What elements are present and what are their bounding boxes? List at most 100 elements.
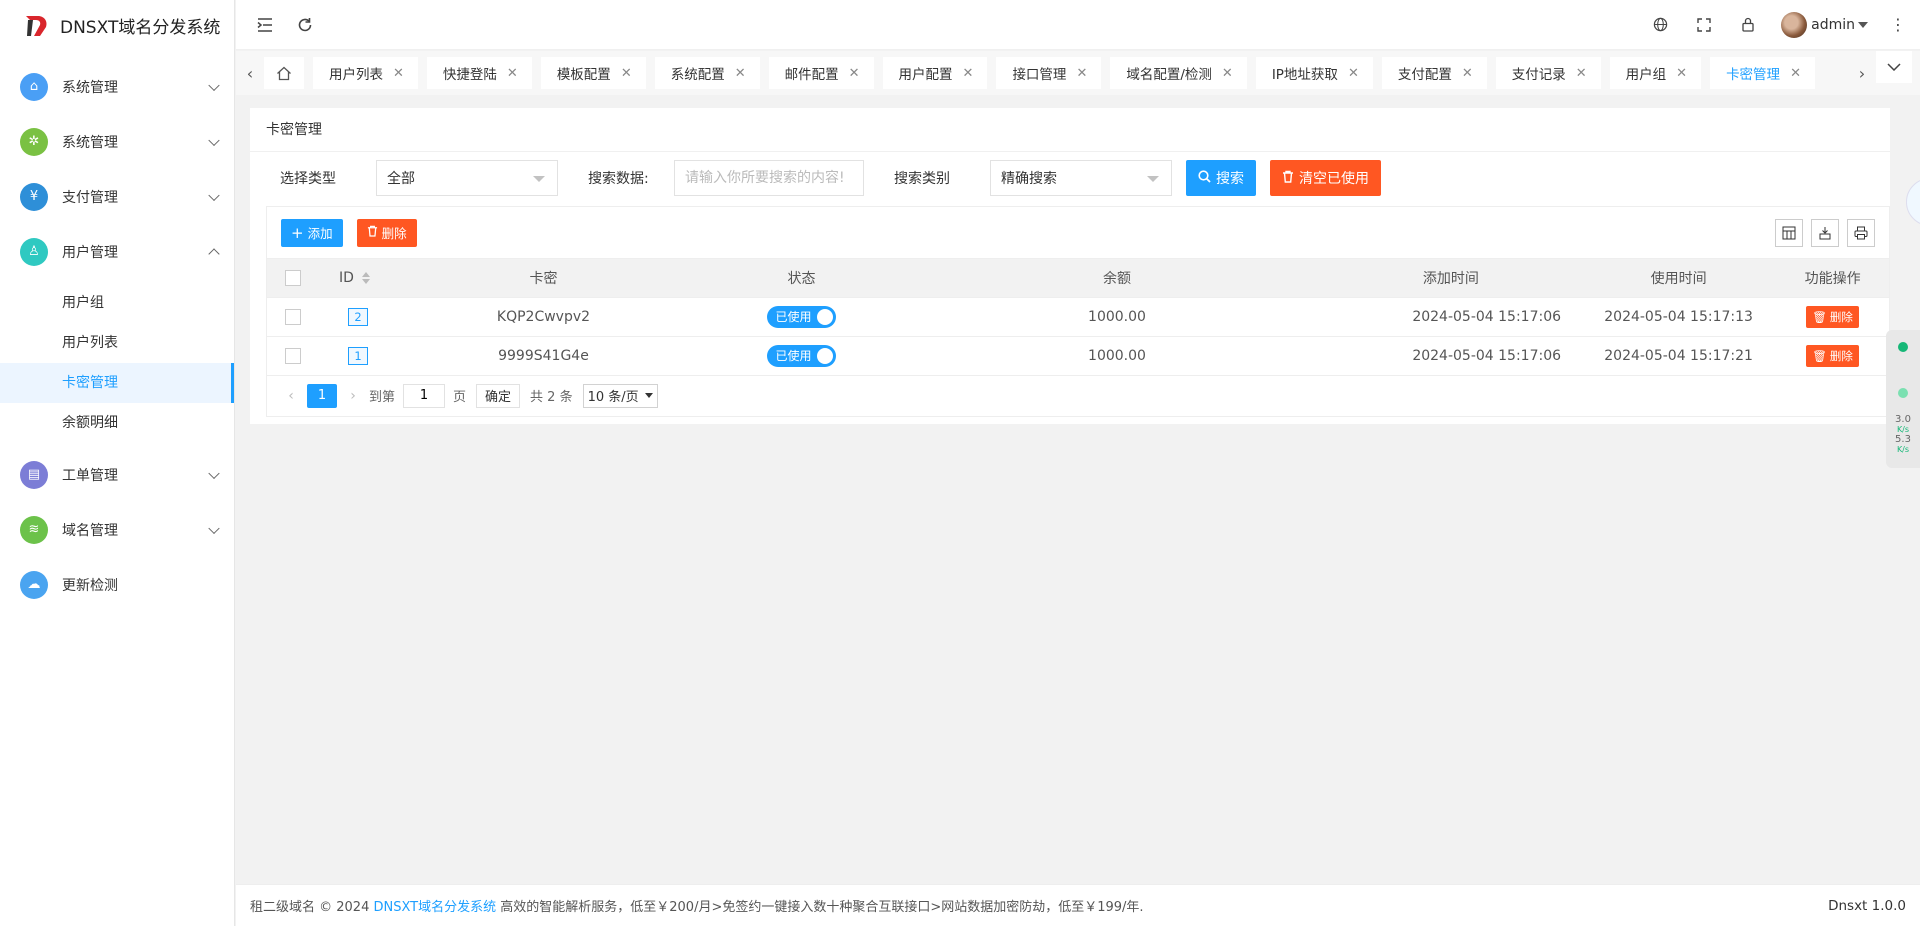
search-button[interactable]: 搜索 [1186, 160, 1256, 196]
menu-domains[interactable]: ≋ 域名管理 [0, 502, 234, 557]
avatar [1781, 11, 1808, 38]
sidebar-item-balance-detail[interactable]: 余额明细 [0, 403, 234, 443]
tab-label: 用户配置 [898, 67, 953, 83]
refresh-icon[interactable] [294, 14, 316, 36]
goto-label: 到第 [369, 390, 396, 405]
tab-user-group[interactable]: 用户组 ✕ [1609, 57, 1702, 89]
lock-icon[interactable] [1737, 14, 1759, 36]
table-row: 1 9999S41G4e 已使用 1000.00 2024-05-04 15:1… [267, 336, 1889, 376]
globe-icon[interactable] [1649, 14, 1671, 36]
sort-icon[interactable] [361, 271, 370, 284]
sidebar-item-user-group[interactable]: 用户组 [0, 283, 234, 323]
close-icon[interactable]: ✕ [1676, 66, 1687, 81]
tab-user-config[interactable]: 用户配置 ✕ [882, 57, 988, 89]
page-size-select[interactable]: 10 条/页 [582, 383, 658, 408]
select-all-checkbox[interactable] [285, 269, 302, 286]
network-speed-widget[interactable]: 3.0 K/s 5.3 K/s [1886, 330, 1920, 468]
close-icon[interactable]: ✕ [963, 66, 974, 81]
close-icon[interactable]: ✕ [1576, 66, 1587, 81]
tab-label: 域名配置/检测 [1126, 67, 1212, 83]
tab-system-config[interactable]: 系统配置 ✕ [654, 57, 760, 89]
columns-filter-icon[interactable] [1775, 219, 1803, 247]
menu-tickets[interactable]: ▤ 工单管理 [0, 447, 234, 502]
row-checkbox[interactable] [285, 308, 302, 325]
col-added-time: 添加时间 [1320, 259, 1582, 298]
caret-down-icon [1858, 21, 1868, 28]
status-toggle[interactable]: 已使用 [767, 305, 836, 328]
menu-update-check[interactable]: ☁ 更新检测 [0, 557, 234, 612]
clear-used-button[interactable]: 清空已使用 [1270, 160, 1381, 196]
batch-delete-button[interactable]: 删除 [356, 218, 417, 247]
more-vertical-icon[interactable]: ⋮ [1890, 15, 1906, 34]
card-manage-panel: 卡密管理 选择类型 全部 搜索数据: 搜索类别 精确搜索 搜索 清空已使用 [250, 108, 1890, 424]
add-button[interactable]: + 添加 [281, 218, 343, 247]
tab-label: 接口管理 [1012, 67, 1067, 83]
goto-confirm-button[interactable]: 确定 [476, 383, 521, 408]
close-icon[interactable]: ✕ [1790, 66, 1801, 81]
row-delete-button[interactable]: 🗑︎ 删除 [1806, 344, 1859, 367]
menu-users[interactable]: ♙ 用户管理 [0, 224, 234, 279]
close-icon[interactable]: ✕ [1222, 66, 1233, 81]
tab-template-config[interactable]: 模板配置 ✕ [540, 57, 646, 89]
status-toggle[interactable]: 已使用 [767, 344, 836, 367]
close-icon[interactable]: ✕ [1348, 66, 1359, 81]
row-checkbox[interactable] [285, 347, 302, 364]
app-logo[interactable]: DNSXT域名分发系统 [0, 0, 234, 50]
tab-card-manage[interactable]: 卡密管理 ✕ [1710, 57, 1815, 89]
search-input[interactable] [674, 160, 864, 196]
goto-page-input[interactable] [403, 383, 446, 408]
side-float-button[interactable] [1906, 178, 1920, 226]
plus-icon: + [291, 223, 304, 242]
close-icon[interactable]: ✕ [1462, 66, 1473, 81]
col-id[interactable]: ID [319, 259, 398, 298]
fullscreen-icon[interactable] [1693, 14, 1715, 36]
tab-domain-config[interactable]: 域名配置/检测 ✕ [1110, 57, 1247, 89]
close-icon[interactable]: ✕ [735, 66, 746, 81]
clear-used-label: 清空已使用 [1299, 171, 1369, 187]
search-category-value: 精确搜索 [1001, 171, 1057, 187]
type-select[interactable]: 全部 [376, 160, 558, 196]
chevron-down-icon [208, 134, 220, 146]
user-menu[interactable]: admin [1781, 11, 1868, 38]
print-icon[interactable] [1847, 219, 1875, 247]
menu-system-1[interactable]: ⌂ 系统管理 [0, 59, 234, 114]
close-icon[interactable]: ✕ [1076, 66, 1087, 81]
menu-label: 用户管理 [62, 244, 118, 261]
tab-quick-login[interactable]: 快捷登陆 ✕ [426, 57, 532, 89]
tab-ip-fetch[interactable]: IP地址获取 ✕ [1255, 57, 1373, 89]
sidebar-item-user-list[interactable]: 用户列表 [0, 323, 234, 363]
next-page-icon[interactable]: › [341, 388, 365, 404]
tab-payment-config[interactable]: 支付配置 ✕ [1381, 57, 1487, 89]
search-category-select[interactable]: 精确搜索 [990, 160, 1172, 196]
trash-icon [367, 225, 378, 240]
tab-label: 邮件配置 [784, 67, 839, 83]
tabs-scroll-left-icon[interactable]: ‹ [236, 51, 264, 95]
menu-system-2[interactable]: ✲ 系统管理 [0, 114, 234, 169]
export-icon[interactable] [1811, 219, 1839, 247]
page-current[interactable]: 1 [307, 383, 337, 408]
gear-icon: ✲ [20, 127, 48, 156]
id-cell: 2 [319, 297, 398, 337]
menu-payment[interactable]: ¥ 支付管理 [0, 169, 234, 224]
col-status: 状态 [689, 259, 914, 298]
close-icon[interactable]: ✕ [621, 66, 632, 81]
chevron-up-icon [208, 247, 220, 260]
footer: 租二级域名 © 2024 DNSXT域名分发系统 高效的智能解析服务，低至￥20… [236, 884, 1920, 926]
tab-mail-config[interactable]: 邮件配置 ✕ [768, 57, 874, 89]
close-icon[interactable]: ✕ [393, 66, 404, 81]
prev-page-icon[interactable]: ‹ [279, 388, 303, 404]
sidebar-item-card-manage[interactable]: 卡密管理 [0, 363, 234, 403]
chevron-down-icon[interactable] [1876, 51, 1912, 83]
tab-home[interactable] [264, 57, 304, 89]
tabs-scroll-right-icon[interactable]: › [1848, 51, 1876, 95]
close-icon[interactable]: ✕ [507, 66, 518, 81]
search-icon [1198, 169, 1211, 187]
row-delete-button[interactable]: 🗑︎ 删除 [1806, 305, 1859, 328]
tab-api-manage[interactable]: 接口管理 ✕ [996, 57, 1102, 89]
close-icon[interactable]: ✕ [849, 66, 860, 81]
collapse-menu-icon[interactable] [254, 14, 276, 36]
footer-link[interactable]: DNSXT域名分发系统 [374, 896, 497, 915]
tab-payment-records[interactable]: 支付记录 ✕ [1495, 57, 1601, 89]
tab-user-list[interactable]: 用户列表 ✕ [313, 57, 418, 89]
menu-label: 系统管理 [62, 134, 118, 151]
